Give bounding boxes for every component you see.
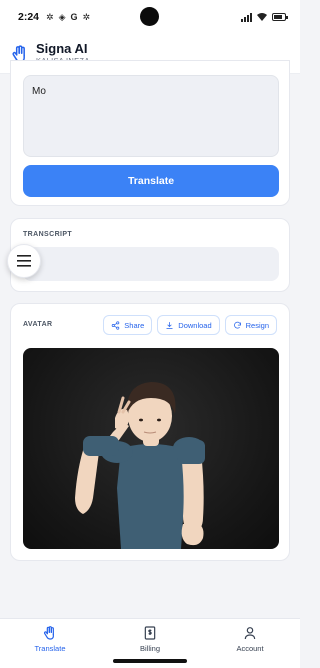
menu-icon xyxy=(17,255,31,267)
text-input[interactable]: Mo xyxy=(23,75,279,157)
avatar-viewport[interactable] xyxy=(23,348,279,549)
input-card: Mo Translate xyxy=(10,60,290,206)
avatar-label: AVATAR xyxy=(23,321,53,328)
nav-account-label: Account xyxy=(236,644,264,653)
status-time: 2:24 xyxy=(18,11,40,23)
receipt-dollar-icon xyxy=(144,626,156,640)
avatar-figure xyxy=(75,382,205,549)
user-icon xyxy=(244,627,256,640)
status-left: 2:24 ✲ ◈ G ✲ xyxy=(18,11,90,23)
avatar-card: AVATAR Share Download Resign xyxy=(10,303,290,561)
battery-icon xyxy=(272,13,288,21)
menu-button[interactable] xyxy=(7,244,41,278)
share-button[interactable]: Share xyxy=(103,315,153,335)
wifi-icon xyxy=(257,13,267,21)
translate-button[interactable]: Translate xyxy=(23,165,279,197)
notification-icon: ✲ xyxy=(46,11,54,22)
share-label: Share xyxy=(124,320,145,330)
refresh-icon xyxy=(233,321,241,329)
share-icon xyxy=(112,320,120,330)
notification-icon: ✲ xyxy=(82,11,91,22)
google-icon: G xyxy=(70,12,78,22)
app-title: Signa AI xyxy=(36,40,88,56)
download-button[interactable]: Download xyxy=(157,315,220,335)
nav-billing-label: Billing xyxy=(139,644,160,653)
nav-translate[interactable]: Translate xyxy=(0,619,100,668)
hand-icon xyxy=(43,626,54,640)
transcript-card: TRANSCRIPT o xyxy=(10,218,290,292)
nav-account[interactable]: Account xyxy=(200,619,300,668)
download-label: Download xyxy=(178,320,212,330)
avatar-actions: Share Download Resign xyxy=(103,315,277,335)
camera-cutout xyxy=(140,7,159,26)
resign-button[interactable]: Resign xyxy=(224,315,277,335)
nav-translate-label: Translate xyxy=(34,644,66,653)
home-indicator xyxy=(113,659,187,663)
shield-icon: ◈ xyxy=(58,11,66,22)
resign-label: Resign xyxy=(245,320,269,330)
status-right xyxy=(241,12,288,22)
transcript-text: o xyxy=(23,247,279,281)
download-icon xyxy=(166,321,173,329)
transcript-label: TRANSCRIPT xyxy=(23,231,73,238)
signal-icon xyxy=(241,12,252,22)
